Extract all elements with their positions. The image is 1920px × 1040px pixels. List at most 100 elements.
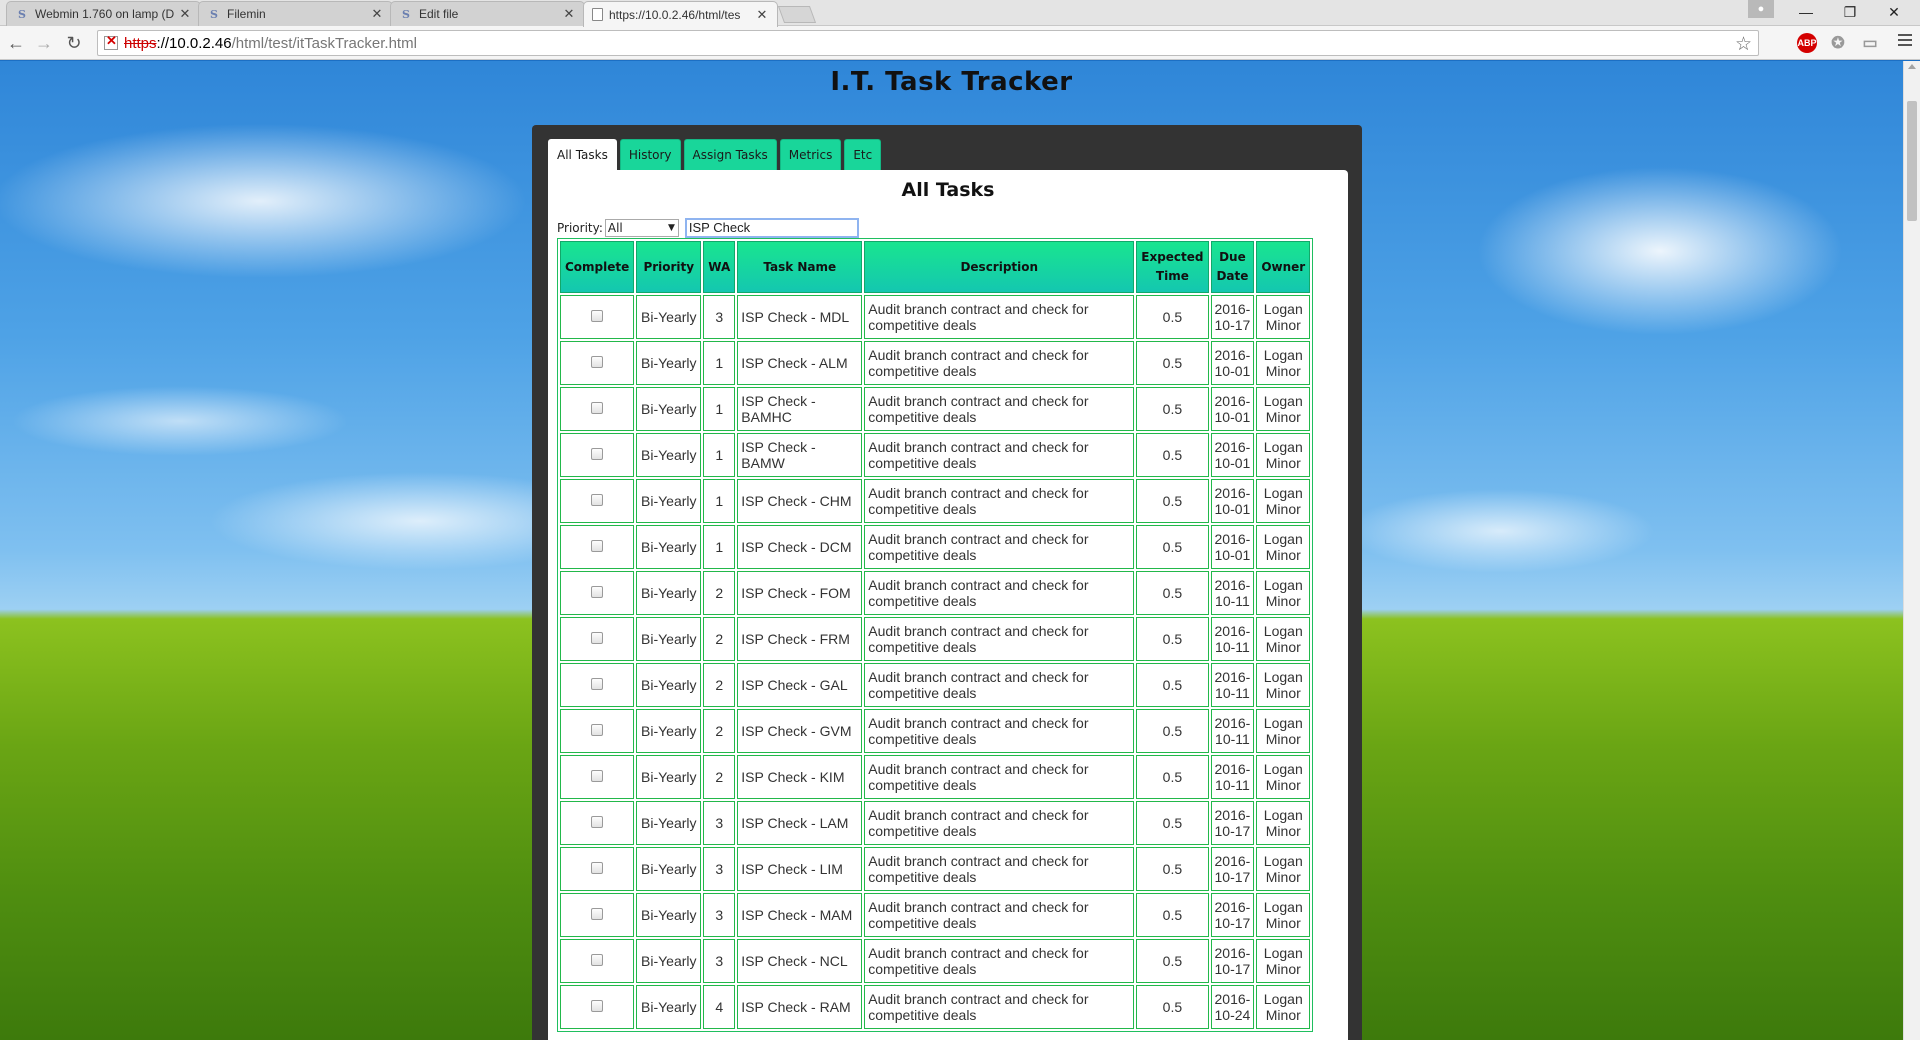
complete-checkbox[interactable] xyxy=(591,586,604,598)
tab-all-tasks[interactable]: All Tasks xyxy=(548,139,617,170)
expected-time-cell: 0.5 xyxy=(1136,709,1209,753)
complete-checkbox[interactable] xyxy=(591,908,604,920)
complete-checkbox[interactable] xyxy=(591,540,604,552)
bookmark-star-icon[interactable]: ☆ xyxy=(1735,33,1752,56)
owner-cell: Logan Minor xyxy=(1256,525,1311,569)
column-header-due-date[interactable]: Due Date xyxy=(1210,241,1255,293)
description-cell: Audit branch contract and check for comp… xyxy=(864,341,1135,385)
column-header-description[interactable]: Description xyxy=(864,241,1135,293)
priority-cell: Bi-Yearly xyxy=(636,663,702,707)
browser-tab-active[interactable]: https://10.0.2.46/html/tes ✕ xyxy=(583,1,778,27)
due-date-cell: 2016-10-01 xyxy=(1210,341,1255,385)
tab-history[interactable]: History xyxy=(619,139,681,170)
complete-checkbox[interactable] xyxy=(591,310,604,322)
priority-label: Priority: xyxy=(557,221,603,235)
expected-time-cell: 0.5 xyxy=(1136,525,1209,569)
task-table-body: Bi-Yearly 3 ISP Check - MDL Audit branch co… xyxy=(560,295,1311,1029)
due-date-cell: 2016-10-17 xyxy=(1210,801,1255,845)
table-header-row: Complete Priority WA Task Name Descripti… xyxy=(560,241,1311,293)
section-heading: All Tasks xyxy=(901,179,995,201)
priority-cell: Bi-Yearly xyxy=(636,939,702,983)
complete-checkbox[interactable] xyxy=(591,678,604,690)
page-scrollbar[interactable] xyxy=(1903,61,1920,1040)
owner-cell: Logan Minor xyxy=(1256,617,1311,661)
wa-cell: 2 xyxy=(703,617,736,661)
complete-checkbox[interactable] xyxy=(591,816,604,828)
due-date-cell: 2016-10-17 xyxy=(1210,847,1255,891)
sf-icon: S xyxy=(18,7,26,21)
new-tab-button[interactable] xyxy=(777,6,817,23)
column-header-priority[interactable]: Priority xyxy=(636,241,702,293)
search-input[interactable]: ISP Check xyxy=(684,218,859,238)
description-cell: Audit branch contract and check for comp… xyxy=(864,939,1135,983)
browser-tab-webmin[interactable]: S Webmin 1.760 on lamp (D ✕ xyxy=(6,1,201,26)
complete-cell xyxy=(560,617,635,661)
minimize-button[interactable]: — xyxy=(1784,0,1828,24)
complete-checkbox[interactable] xyxy=(591,862,604,874)
task-name-cell: ISP Check - MAM xyxy=(737,893,863,937)
close-window-button[interactable]: ✕ xyxy=(1872,0,1916,24)
close-icon[interactable]: ✕ xyxy=(562,6,576,22)
due-date-cell: 2016-10-11 xyxy=(1210,755,1255,799)
cast-icon[interactable]: ▭ xyxy=(1860,33,1880,53)
tab-etc[interactable]: Etc xyxy=(844,139,882,170)
priority-cell: Bi-Yearly xyxy=(636,985,702,1029)
column-header-complete[interactable]: Complete xyxy=(560,241,635,293)
complete-checkbox[interactable] xyxy=(591,402,604,414)
expected-time-cell: 0.5 xyxy=(1136,893,1209,937)
close-icon[interactable]: ✕ xyxy=(178,6,192,22)
due-date-cell: 2016-10-01 xyxy=(1210,387,1255,431)
column-header-task-name[interactable]: Task Name xyxy=(737,241,863,293)
complete-cell xyxy=(560,663,635,707)
complete-checkbox[interactable] xyxy=(591,448,604,460)
profile-icon[interactable]: ● xyxy=(1748,0,1774,18)
complete-checkbox[interactable] xyxy=(591,770,604,782)
restore-button[interactable]: ❐ xyxy=(1828,0,1872,24)
complete-checkbox[interactable] xyxy=(591,632,604,644)
complete-checkbox[interactable] xyxy=(591,1000,604,1012)
insecure-lock-icon[interactable] xyxy=(104,33,118,50)
forward-icon[interactable]: → xyxy=(32,31,56,55)
complete-cell xyxy=(560,341,635,385)
complete-checkbox[interactable] xyxy=(591,494,604,506)
adblock-icon[interactable]: ABP xyxy=(1797,33,1817,53)
wa-cell: 2 xyxy=(703,709,736,753)
scrollbar-thumb[interactable] xyxy=(1907,101,1917,221)
sf-icon: S xyxy=(210,7,218,21)
close-icon[interactable]: ✕ xyxy=(370,6,384,22)
tab-assign-tasks[interactable]: Assign Tasks xyxy=(683,139,777,170)
task-name-cell: ISP Check - KIM xyxy=(737,755,863,799)
menu-icon[interactable] xyxy=(1898,34,1912,49)
description-cell: Audit branch contract and check for comp… xyxy=(864,387,1135,431)
complete-checkbox[interactable] xyxy=(591,356,604,368)
table-row: Bi-Yearly 2 ISP Check - KIM Audit branch co… xyxy=(560,755,1311,799)
extension-icon[interactable]: ✪ xyxy=(1828,33,1848,53)
column-header-expected-time[interactable]: Expected Time xyxy=(1136,241,1209,293)
column-header-wa[interactable]: WA xyxy=(703,241,736,293)
scroll-up-icon[interactable] xyxy=(1908,64,1916,69)
priority-select[interactable]: All xyxy=(604,219,679,237)
complete-checkbox[interactable] xyxy=(591,724,604,736)
task-name-cell: ISP Check - ALM xyxy=(737,341,863,385)
task-name-cell: ISP Check - DCM xyxy=(737,525,863,569)
complete-checkbox[interactable] xyxy=(591,954,604,966)
address-bar[interactable]: https://10.0.2.46/html/test/itTaskTracke… xyxy=(97,30,1759,56)
task-name-cell: ISP Check - GVM xyxy=(737,709,863,753)
tab-metrics[interactable]: Metrics xyxy=(779,139,842,170)
close-icon[interactable]: ✕ xyxy=(755,7,769,23)
browser-tab-edit-file[interactable]: S Edit file ✕ xyxy=(390,1,585,26)
description-cell: Audit branch contract and check for comp… xyxy=(864,985,1135,1029)
table-row: Bi-Yearly 3 ISP Check - MDL Audit branch co… xyxy=(560,295,1311,339)
browser-toolbar: ← → ↻ https://10.0.2.46/html/test/itTask… xyxy=(0,26,1920,60)
column-header-owner[interactable]: Owner xyxy=(1256,241,1311,293)
table-row: Bi-Yearly 2 ISP Check - FRM Audit branch co… xyxy=(560,617,1311,661)
back-icon[interactable]: ← xyxy=(4,31,28,55)
browser-tab-filemin[interactable]: S Filemin ✕ xyxy=(198,1,393,26)
task-name-cell: ISP Check - FOM xyxy=(737,571,863,615)
description-cell: Audit branch contract and check for comp… xyxy=(864,755,1135,799)
description-cell: Audit branch contract and check for comp… xyxy=(864,433,1135,477)
reload-icon[interactable]: ↻ xyxy=(62,31,86,55)
owner-cell: Logan Minor xyxy=(1256,479,1311,523)
page-icon xyxy=(592,8,603,21)
due-date-cell: 2016-10-11 xyxy=(1210,617,1255,661)
